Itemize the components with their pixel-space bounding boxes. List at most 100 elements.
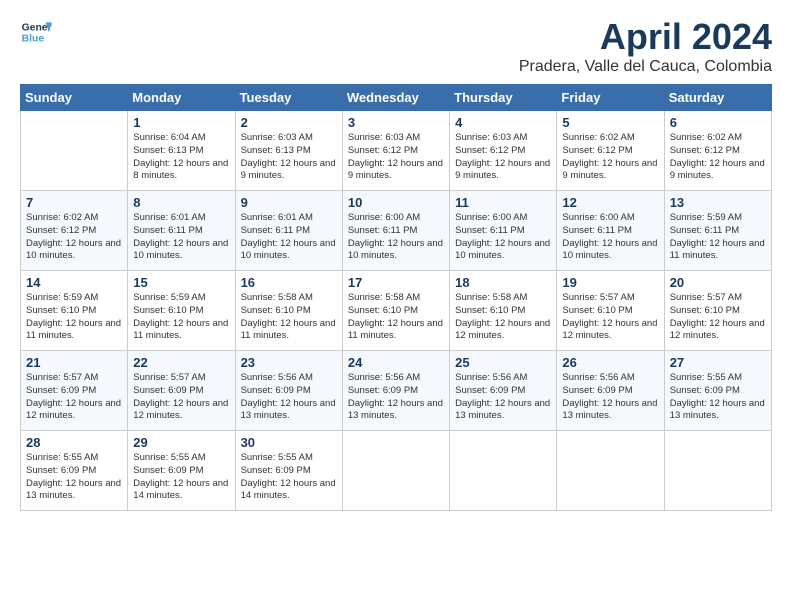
day-number: 6 [670,115,766,130]
day-number: 24 [348,355,444,370]
day-info: Sunrise: 6:03 AMSunset: 6:12 PMDaylight:… [455,132,551,183]
calendar-day-cell: 25 Sunrise: 5:56 AMSunset: 6:09 PMDayligh… [450,351,557,431]
day-info: Sunrise: 5:58 AMSunset: 6:10 PMDaylight:… [348,292,444,343]
day-number: 14 [26,275,122,290]
day-number: 29 [133,435,229,450]
calendar-day-cell: 6 Sunrise: 6:02 AMSunset: 6:12 PMDaylight… [664,111,771,191]
calendar-week-row: 21 Sunrise: 5:57 AMSunset: 6:09 PMDayligh… [21,351,772,431]
weekday-header: Tuesday [235,85,342,111]
day-number: 9 [241,195,337,210]
calendar-day-cell: 27 Sunrise: 5:55 AMSunset: 6:09 PMDayligh… [664,351,771,431]
calendar-day-cell: 8 Sunrise: 6:01 AMSunset: 6:11 PMDaylight… [128,191,235,271]
day-number: 18 [455,275,551,290]
calendar-day-cell: 3 Sunrise: 6:03 AMSunset: 6:12 PMDaylight… [342,111,449,191]
day-number: 17 [348,275,444,290]
calendar-day-cell: 14 Sunrise: 5:59 AMSunset: 6:10 PMDayligh… [21,271,128,351]
day-number: 25 [455,355,551,370]
day-info: Sunrise: 5:57 AMSunset: 6:10 PMDaylight:… [562,292,658,343]
calendar-day-cell: 13 Sunrise: 5:59 AMSunset: 6:11 PMDayligh… [664,191,771,271]
calendar-day-cell: 26Sunrise: 5:56 AMSunset: 6:09 PMDayligh… [557,351,664,431]
day-info: Sunrise: 6:01 AMSunset: 6:11 PMDaylight:… [241,212,337,263]
day-number: 27 [670,355,766,370]
calendar-day-cell: 12 Sunrise: 6:00 AMSunset: 6:11 PMDayligh… [557,191,664,271]
calendar-day-cell: 5Sunrise: 6:02 AMSunset: 6:12 PMDaylight… [557,111,664,191]
day-info: Sunrise: 6:01 AMSunset: 6:11 PMDaylight:… [133,212,229,263]
calendar-day-cell: 17 Sunrise: 5:58 AMSunset: 6:10 PMDayligh… [342,271,449,351]
day-info: Sunrise: 5:55 AMSunset: 6:09 PMDaylight:… [133,452,229,503]
calendar-day-cell: 7Sunrise: 6:02 AMSunset: 6:12 PMDaylight… [21,191,128,271]
calendar-week-row: 14 Sunrise: 5:59 AMSunset: 6:10 PMDayligh… [21,271,772,351]
calendar-week-row: 7Sunrise: 6:02 AMSunset: 6:12 PMDaylight… [21,191,772,271]
weekday-header: Friday [557,85,664,111]
day-number: 15 [133,275,229,290]
calendar-day-cell: 23 Sunrise: 5:56 AMSunset: 6:09 PMDayligh… [235,351,342,431]
day-info: Sunrise: 6:02 AMSunset: 6:12 PMDaylight:… [670,132,766,183]
day-info: Sunrise: 6:04 AMSunset: 6:13 PMDaylight:… [133,132,229,183]
day-number: 12 [562,195,658,210]
calendar-day-cell: 4 Sunrise: 6:03 AMSunset: 6:12 PMDaylight… [450,111,557,191]
day-info: Sunrise: 6:03 AMSunset: 6:13 PMDaylight:… [241,132,337,183]
day-number: 19 [562,275,658,290]
weekday-header-row: SundayMondayTuesdayWednesdayThursdayFrid… [21,85,772,111]
weekday-header: Monday [128,85,235,111]
weekday-header: Sunday [21,85,128,111]
calendar-day-cell: 18 Sunrise: 5:58 AMSunset: 6:10 PMDayligh… [450,271,557,351]
day-info: Sunrise: 5:59 AMSunset: 6:10 PMDaylight:… [133,292,229,343]
day-info: Sunrise: 5:58 AMSunset: 6:10 PMDaylight:… [455,292,551,343]
calendar-day-cell: 28 Sunrise: 5:55 AMSunset: 6:09 PMDayligh… [21,431,128,511]
day-info: Sunrise: 6:00 AMSunset: 6:11 PMDaylight:… [562,212,658,263]
calendar-day-cell [664,431,771,511]
location: Pradera, Valle del Cauca, Colombia [519,58,772,76]
day-number: 8 [133,195,229,210]
day-number: 28 [26,435,122,450]
calendar-day-cell: 10 Sunrise: 6:00 AMSunset: 6:11 PMDayligh… [342,191,449,271]
calendar-day-cell: 19 Sunrise: 5:57 AMSunset: 6:10 PMDayligh… [557,271,664,351]
calendar-day-cell: 21Sunrise: 5:57 AMSunset: 6:09 PMDayligh… [21,351,128,431]
calendar-table: SundayMondayTuesdayWednesdayThursdayFrid… [20,84,772,511]
day-number: 2 [241,115,337,130]
day-info: Sunrise: 5:55 AMSunset: 6:09 PMDaylight:… [241,452,337,503]
calendar-day-cell: 29 Sunrise: 5:55 AMSunset: 6:09 PMDayligh… [128,431,235,511]
calendar-day-cell: 9 Sunrise: 6:01 AMSunset: 6:11 PMDaylight… [235,191,342,271]
day-number: 26 [562,355,658,370]
day-info: Sunrise: 5:57 AMSunset: 6:10 PMDaylight:… [670,292,766,343]
day-info: Sunrise: 5:57 AMSunset: 6:09 PMDaylight:… [133,372,229,423]
calendar-day-cell: 20 Sunrise: 5:57 AMSunset: 6:10 PMDayligh… [664,271,771,351]
title-block: April 2024 Pradera, Valle del Cauca, Col… [519,16,772,76]
day-number: 5 [562,115,658,130]
day-number: 4 [455,115,551,130]
day-info: Sunrise: 6:00 AMSunset: 6:11 PMDaylight:… [348,212,444,263]
day-number: 30 [241,435,337,450]
day-info: Sunrise: 5:56 AMSunset: 6:09 PMDaylight:… [241,372,337,423]
calendar-day-cell: 15 Sunrise: 5:59 AMSunset: 6:10 PMDayligh… [128,271,235,351]
calendar-day-cell [342,431,449,511]
day-number: 7 [26,195,122,210]
day-number: 20 [670,275,766,290]
calendar-day-cell [557,431,664,511]
calendar-day-cell: 2 Sunrise: 6:03 AMSunset: 6:13 PMDaylight… [235,111,342,191]
day-number: 1 [133,115,229,130]
day-number: 10 [348,195,444,210]
day-number: 23 [241,355,337,370]
weekday-header: Saturday [664,85,771,111]
day-number: 13 [670,195,766,210]
day-number: 16 [241,275,337,290]
day-number: 22 [133,355,229,370]
day-info: Sunrise: 5:59 AMSunset: 6:11 PMDaylight:… [670,212,766,263]
calendar-day-cell: 24 Sunrise: 5:56 AMSunset: 6:09 PMDayligh… [342,351,449,431]
day-number: 21 [26,355,122,370]
calendar-day-cell: 22 Sunrise: 5:57 AMSunset: 6:09 PMDayligh… [128,351,235,431]
calendar-day-cell: 30 Sunrise: 5:55 AMSunset: 6:09 PMDayligh… [235,431,342,511]
day-number: 3 [348,115,444,130]
day-info: Sunrise: 6:03 AMSunset: 6:12 PMDaylight:… [348,132,444,183]
calendar-day-cell: 1 Sunrise: 6:04 AMSunset: 6:13 PMDaylight… [128,111,235,191]
day-info: Sunrise: 5:56 AMSunset: 6:09 PMDaylight:… [348,372,444,423]
calendar-day-cell [21,111,128,191]
day-info: Sunrise: 5:59 AMSunset: 6:10 PMDaylight:… [26,292,122,343]
day-info: Sunrise: 5:55 AMSunset: 6:09 PMDaylight:… [670,372,766,423]
day-number: 11 [455,195,551,210]
day-info: Sunrise: 5:55 AMSunset: 6:09 PMDaylight:… [26,452,122,503]
day-info: Sunrise: 6:00 AMSunset: 6:11 PMDaylight:… [455,212,551,263]
day-info: Sunrise: 5:56 AMSunset: 6:09 PMDaylight:… [455,372,551,423]
svg-text:Blue: Blue [22,34,45,45]
